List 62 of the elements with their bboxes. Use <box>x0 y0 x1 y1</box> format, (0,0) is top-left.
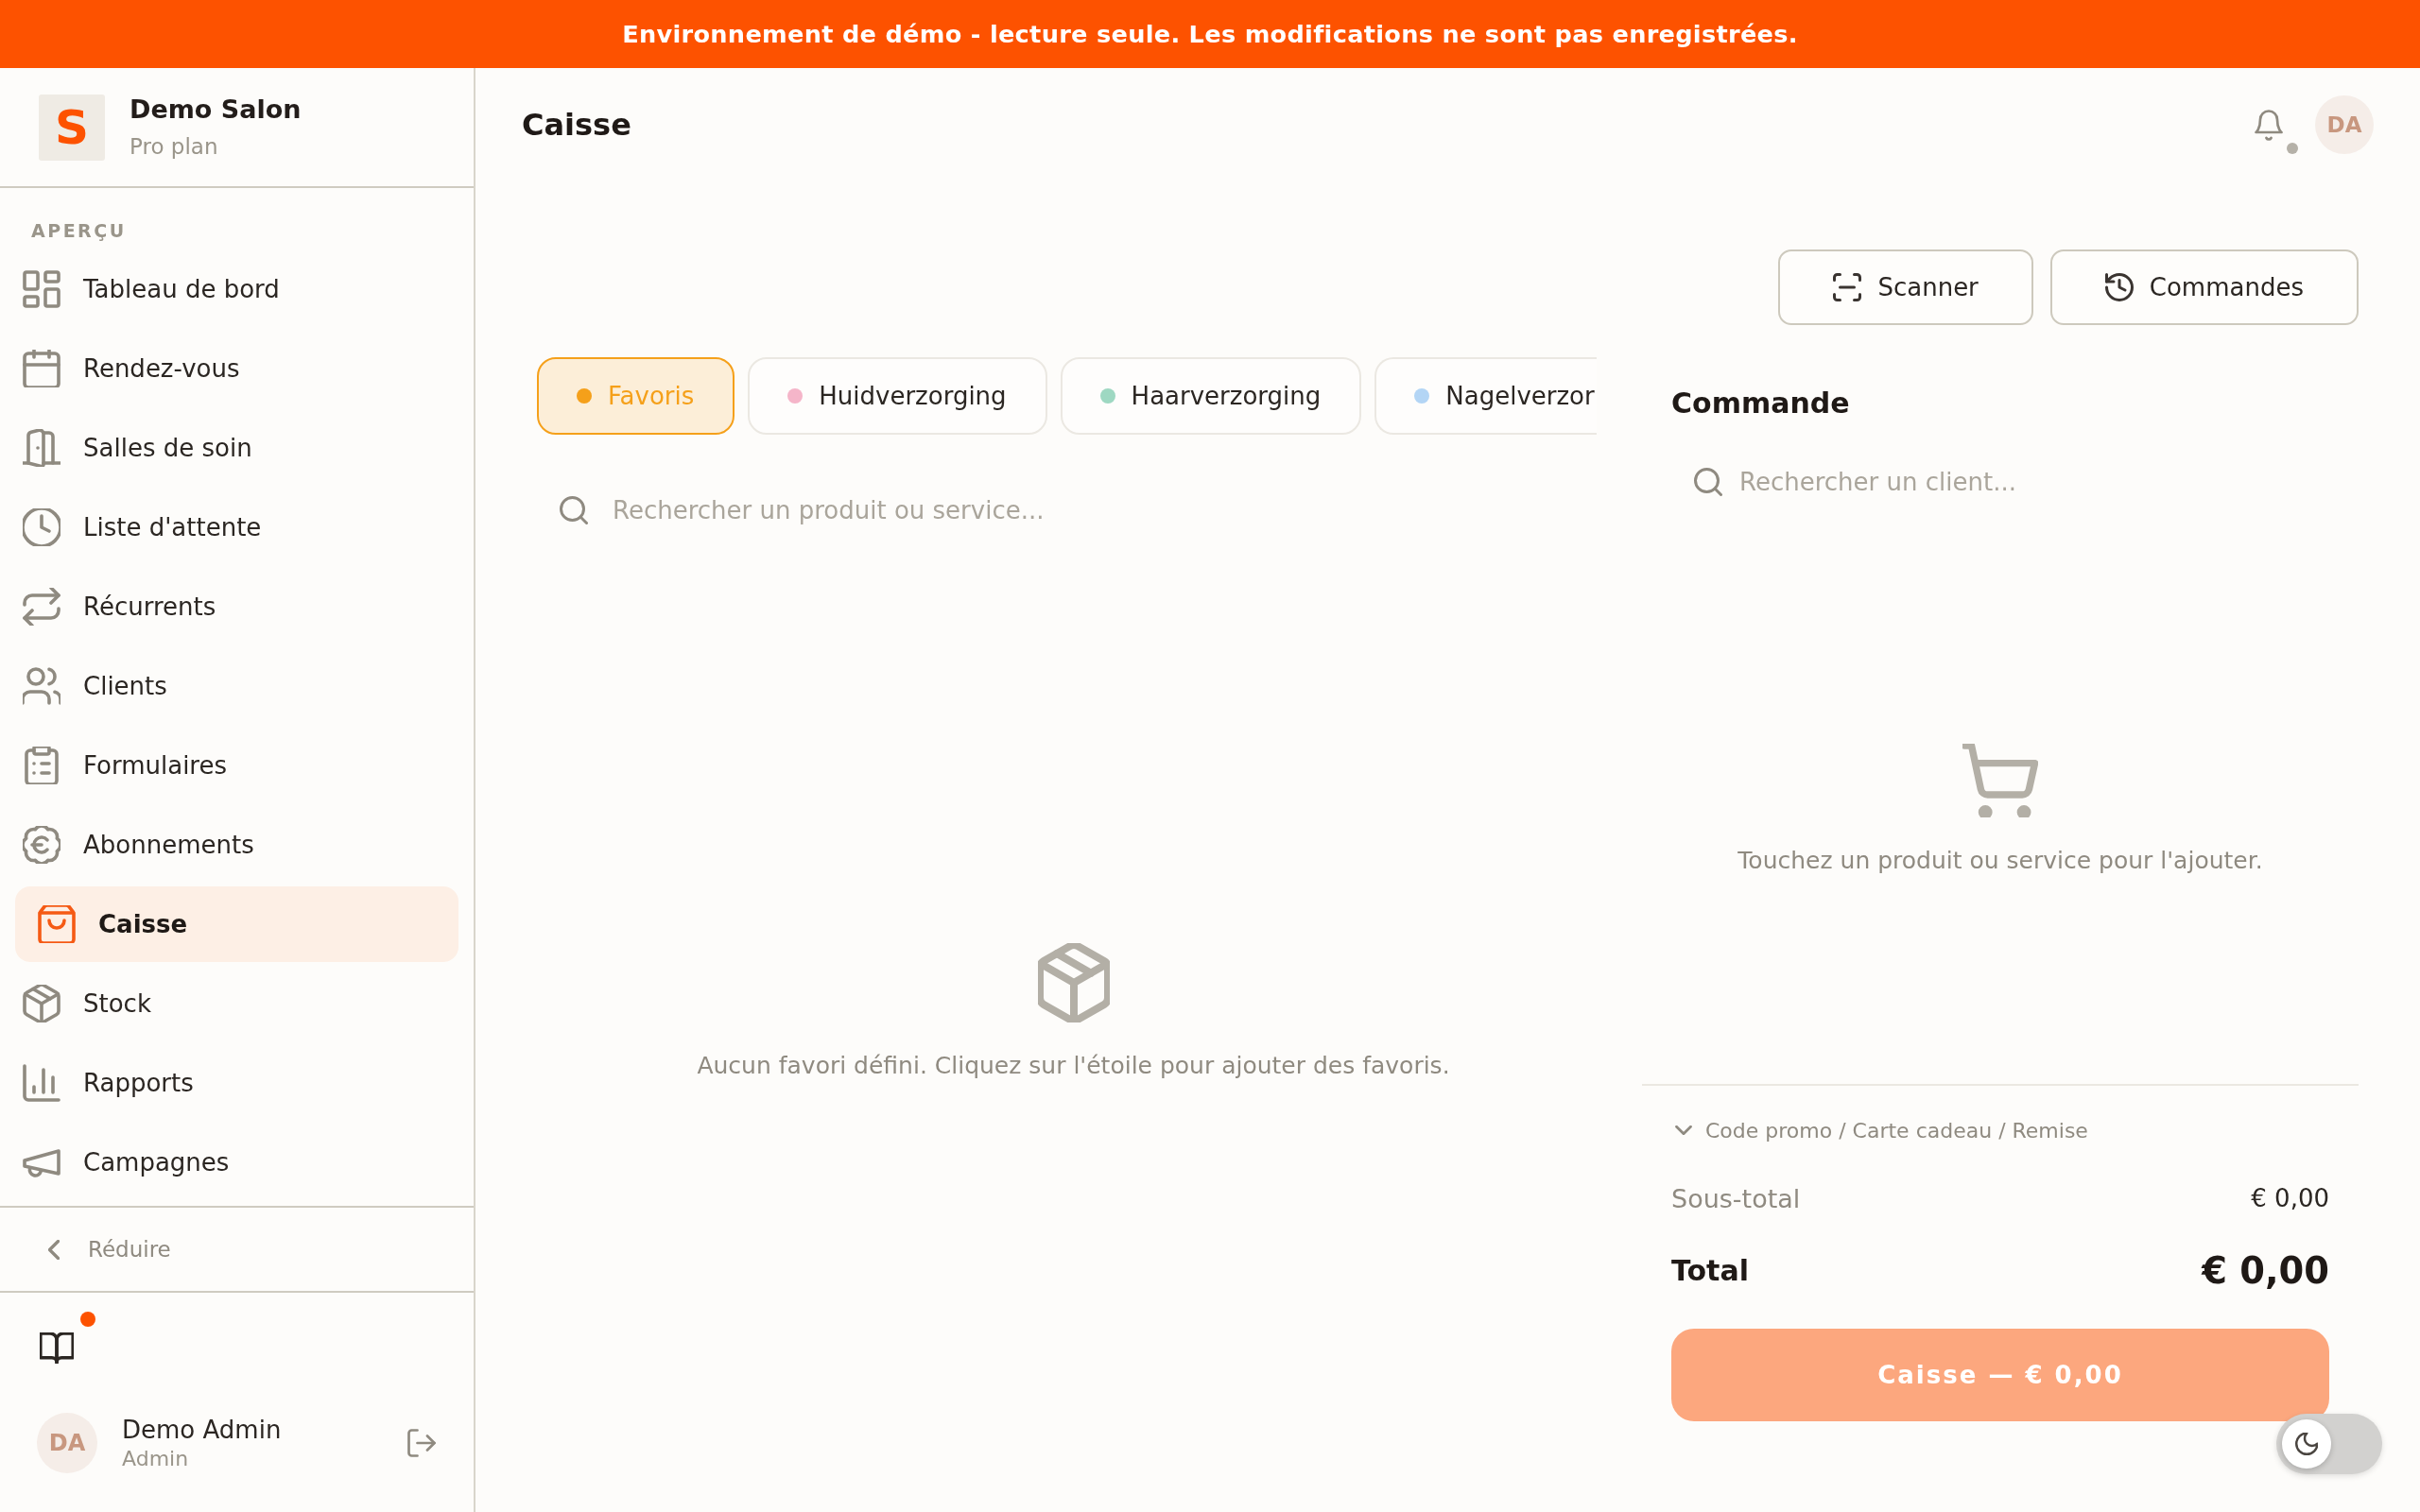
calendar-icon <box>23 350 60 387</box>
empty-cart-message: Touchez un produit ou service pour l'ajouter. <box>1737 846 2263 876</box>
moon-icon <box>2282 1419 2331 1469</box>
nav-item[interactable]: Stock <box>15 966 458 1041</box>
category-tab[interactable]: Haarverzorging <box>1060 357 1362 435</box>
total-value: € 0,00 <box>2202 1248 2329 1292</box>
nav-item[interactable]: Salles de soin <box>15 410 458 486</box>
logo: S <box>39 94 105 161</box>
subtotal-label: Sous-total <box>1671 1183 1801 1213</box>
nav-item[interactable]: Caisse <box>15 886 458 962</box>
users-icon <box>23 667 60 705</box>
grid-icon <box>23 270 60 308</box>
page-title: Caisse <box>522 107 631 143</box>
chevron-left-icon <box>48 1239 60 1260</box>
book-icon <box>40 1332 74 1364</box>
user-role: Admin <box>122 1446 189 1472</box>
logout-icon <box>407 1429 436 1457</box>
order-title: Commande <box>1671 386 1850 421</box>
user-name: Demo Admin <box>122 1415 282 1446</box>
empty-favorites-message: Aucun favori défini. Cliquez sur l'étoile pour ajouter des favoris. <box>697 1051 1450 1081</box>
subtotal-value: € 0,00 <box>2251 1184 2329 1212</box>
user-avatar: DA <box>37 1413 97 1473</box>
box-icon <box>1037 943 1110 1022</box>
brand-name: Demo Salon <box>130 93 302 126</box>
euro-badge-icon <box>23 826 60 864</box>
clock-icon <box>23 508 60 546</box>
notifications-button[interactable] <box>2255 109 2298 154</box>
clipboard-icon <box>23 747 60 784</box>
chevron-down-icon <box>1675 1125 1692 1135</box>
theme-toggle[interactable] <box>2276 1414 2382 1474</box>
nav-item[interactable]: Liste d'attente <box>15 490 458 565</box>
toolbar-button[interactable]: Scanner <box>1778 249 2033 325</box>
nav-item[interactable]: Formulaires <box>15 728 458 803</box>
client-search-field[interactable]: Rechercher un client... <box>1739 449 2329 515</box>
nav-item[interactable]: Rendez-vous <box>15 331 458 406</box>
bell-icon <box>2255 109 2283 141</box>
total-label: Total <box>1671 1253 1749 1287</box>
bar-chart-icon <box>23 1064 60 1102</box>
toolbar-button[interactable]: Commandes <box>2049 249 2359 325</box>
search-icon <box>1694 468 1722 496</box>
nav-item[interactable]: Tableau de bord <box>15 251 458 327</box>
nav-item[interactable]: Récurrents <box>15 569 458 644</box>
section-label: APERÇU <box>30 219 128 243</box>
history-icon <box>2104 273 2134 301</box>
nav-item[interactable]: Abonnements <box>15 807 458 883</box>
scan-icon <box>1833 273 1862 301</box>
shopping-bag-icon <box>38 905 76 943</box>
cart-icon <box>1962 744 2038 817</box>
guide-button[interactable] <box>40 1312 95 1364</box>
category-tab[interactable]: Huidverzorging <box>748 357 1047 435</box>
nav-item[interactable]: Campagnes <box>15 1125 458 1200</box>
nav-item[interactable]: Rapports <box>15 1045 458 1121</box>
plan-label: Pro plan <box>130 132 219 161</box>
repeat-icon <box>23 588 60 626</box>
door-icon <box>23 429 60 467</box>
product-search-field[interactable]: Rechercher un produit ou service... <box>613 472 1610 549</box>
box-icon <box>23 985 60 1022</box>
demo-banner: Environnement de démo - lecture seule. Les modifications ne sont pas enregistrées. <box>0 0 2420 68</box>
category-tab[interactable]: Nagelverzor <box>1374 357 1597 435</box>
search-icon <box>560 496 588 524</box>
nav-item[interactable]: Clients <box>15 648 458 724</box>
logout-button[interactable] <box>407 1429 436 1457</box>
